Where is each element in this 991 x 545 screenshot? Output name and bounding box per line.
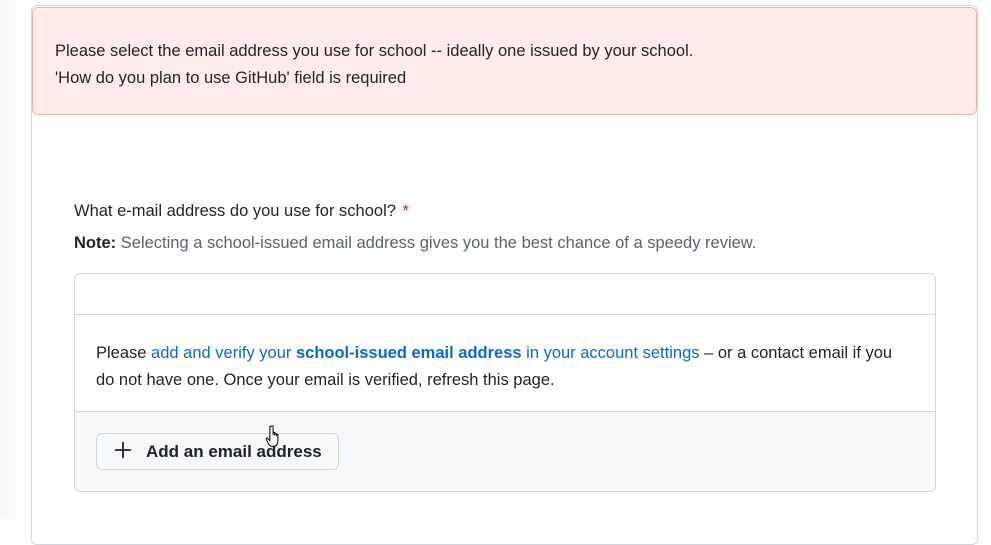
account-settings-link[interactable]: add and verify your school-issued email …: [151, 344, 699, 362]
email-box-footer: Add an email address: [75, 412, 935, 491]
error-flash: Please select the email address you use …: [32, 7, 977, 115]
note-label: Note:: [74, 234, 117, 252]
error-message-usage: 'How do you plan to use GitHub' field is…: [55, 69, 407, 87]
email-box-message: Please add and verify your school-issued…: [75, 315, 935, 412]
link-text-end[interactable]: in your account settings: [522, 344, 699, 362]
add-email-button-label: Add an email address: [146, 441, 322, 461]
error-message-email: Please select the email address you use …: [55, 42, 694, 60]
link-text-bold[interactable]: school-issued email address: [296, 344, 522, 362]
required-marker: *: [402, 202, 409, 220]
email-box-header: [75, 274, 935, 315]
school-email-note: Note: Selecting a school-issued email ad…: [74, 234, 756, 253]
message-prefix: Please: [96, 344, 152, 362]
email-selection-box: Please add and verify your school-issued…: [74, 273, 936, 492]
school-email-question: What e-mail address do you use for schoo…: [74, 202, 409, 221]
plus-icon: [114, 441, 132, 458]
note-text: Selecting a school-issued email address …: [120, 234, 757, 252]
link-text-start[interactable]: add and verify your: [151, 344, 296, 362]
add-email-button[interactable]: Add an email address: [96, 433, 339, 470]
question-label: What e-mail address do you use for schoo…: [74, 202, 396, 220]
